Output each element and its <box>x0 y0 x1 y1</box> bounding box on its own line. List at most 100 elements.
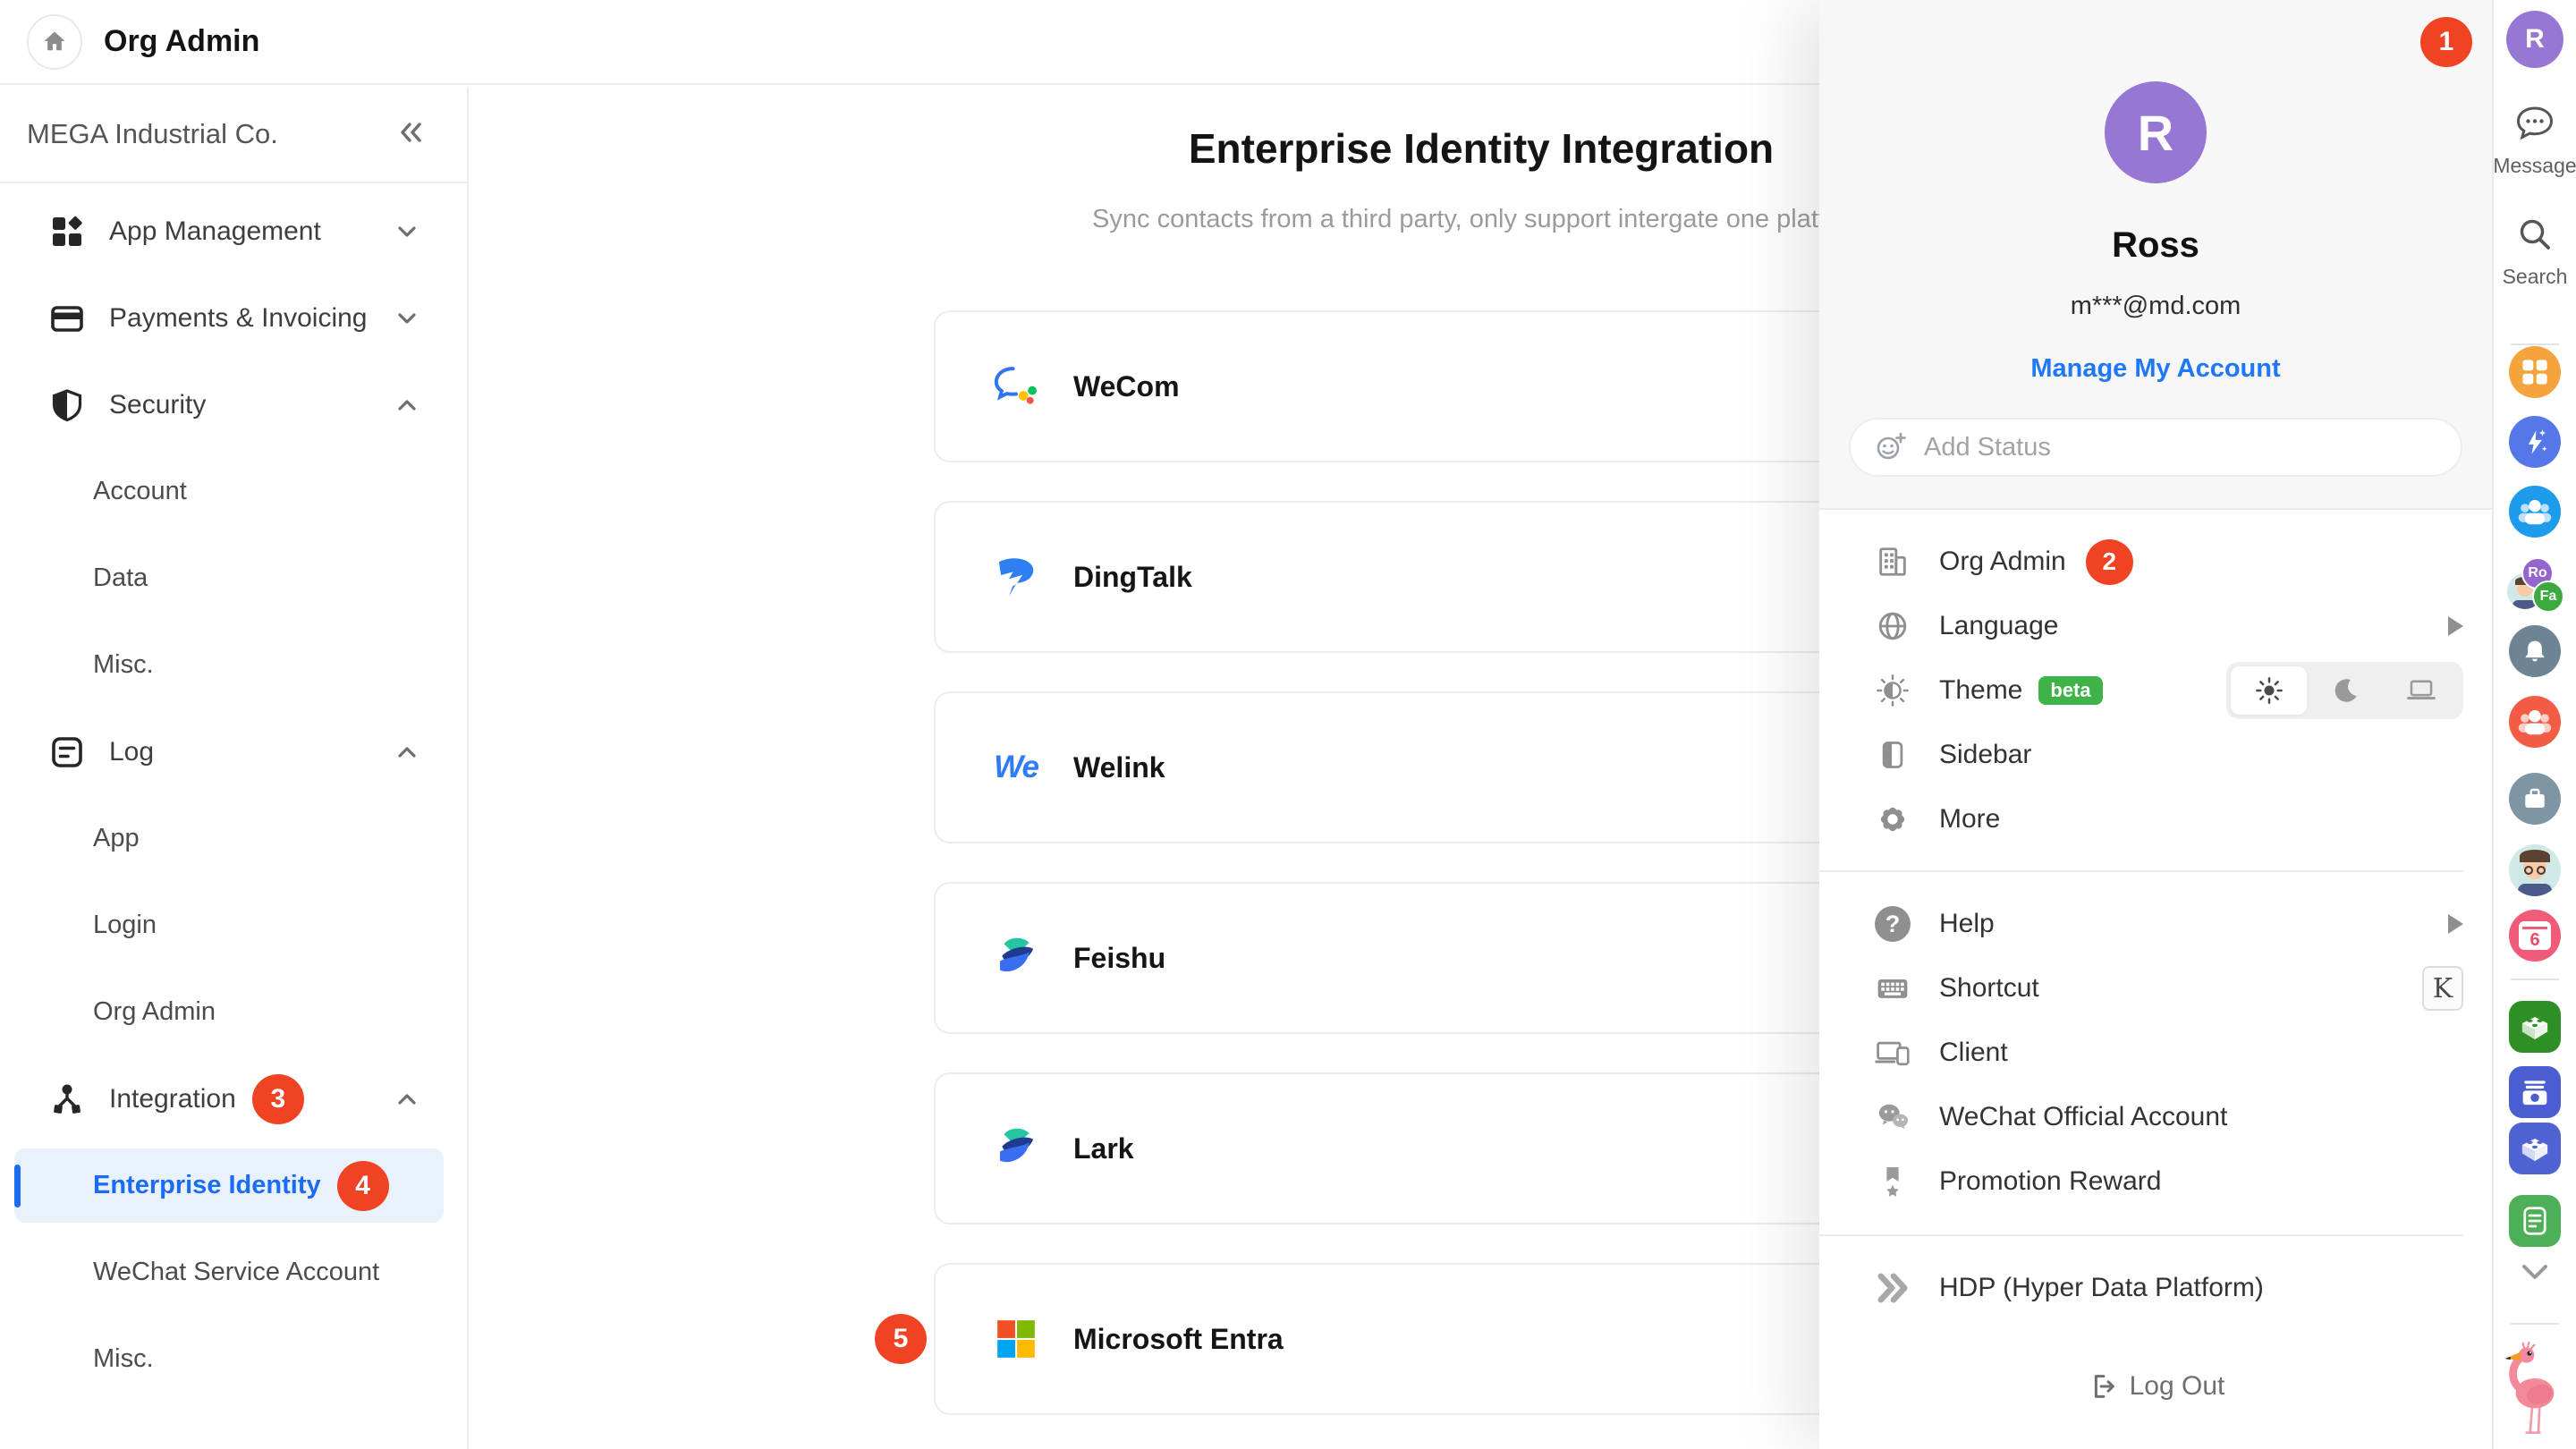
rail-divider <box>2511 1323 2559 1325</box>
page-title: Org Admin <box>104 24 259 59</box>
menu-item-theme[interactable]: Theme beta <box>1819 658 2492 723</box>
theme-option-system[interactable] <box>2383 666 2459 715</box>
lego-brick-green-icon[interactable] <box>2509 1001 2561 1053</box>
add-status-placeholder: Add Status <box>1924 433 2051 462</box>
laptop-icon <box>2405 675 2437 706</box>
menu-item-shortcut[interactable]: Shortcut K <box>1819 956 2492 1021</box>
sidebar-item-label: Misc. <box>93 1344 154 1374</box>
sidebar-subitem-org-admin-log[interactable]: Org Admin <box>0 969 467 1055</box>
theme-option-dark[interactable] <box>2307 666 2383 715</box>
add-status-input[interactable]: Add Status <box>1849 418 2462 477</box>
org-admin-app: Org Admin MEGA Industrial Co. App Manage… <box>0 0 2576 1449</box>
avatar[interactable]: R <box>2105 81 2207 183</box>
manage-account-link[interactable]: Manage My Account <box>1819 354 2492 384</box>
recent-contacts-cluster-icon[interactable]: Ro Fa <box>2507 557 2563 611</box>
search-label: Search <box>2503 265 2568 289</box>
sidebar-item-label: App <box>93 824 140 853</box>
apps-grid-icon[interactable] <box>2509 346 2561 398</box>
sidebar-item-integration[interactable]: Integration 3 <box>0 1055 467 1142</box>
chevron-down-icon <box>394 220 420 243</box>
notes-document-icon[interactable] <box>2509 1195 2561 1247</box>
log-document-icon <box>50 735 84 769</box>
menu-item-promotion-reward[interactable]: Promotion Reward <box>1819 1149 2492 1214</box>
theme-option-light[interactable] <box>2231 666 2307 715</box>
sidebar-subitem-misc-integration[interactable]: Misc. <box>0 1316 467 1402</box>
logout-icon <box>2087 1371 2117 1402</box>
menu-divider <box>1819 1234 2463 1236</box>
sidebar-item-label: Integration <box>109 1084 236 1114</box>
menu-item-more[interactable]: More <box>1819 787 2492 852</box>
rail-avatar[interactable]: R <box>2506 11 2563 68</box>
menu-item-label: Client <box>1939 1038 2008 1068</box>
platform-name: Lark <box>1073 1132 1134 1165</box>
menu-item-sidebar[interactable]: Sidebar <box>1819 723 2492 787</box>
sidebar-item-label: Security <box>109 390 206 420</box>
community-group-icon[interactable] <box>2509 696 2561 748</box>
rail-expand-chevron[interactable] <box>2517 1261 2553 1289</box>
submenu-arrow-icon <box>2448 914 2463 934</box>
sidebar-subitem-app-log[interactable]: App <box>0 795 467 882</box>
home-button[interactable] <box>27 14 82 70</box>
sidebar-item-log[interactable]: Log <box>0 708 467 795</box>
platform-name: Feishu <box>1073 942 1165 975</box>
menu-item-label: Language <box>1939 611 2058 641</box>
menu-item-language[interactable]: Language <box>1819 594 2492 658</box>
shortcut-keycap: K <box>2422 966 2463 1011</box>
sidebar-item-security[interactable]: Security <box>0 361 467 448</box>
menu-item-wechat-official[interactable]: WeChat Official Account <box>1819 1085 2492 1149</box>
search-icon <box>2515 215 2555 254</box>
message-button[interactable] <box>2513 104 2556 149</box>
menu-item-hdp[interactable]: HDP (Hyper Data Platform) <box>1819 1256 2492 1320</box>
sidebar-subitem-enterprise-identity[interactable]: Enterprise Identity 4 <box>0 1142 467 1229</box>
sidebar-subitem-login-log[interactable]: Login <box>0 882 467 969</box>
microsoft-logo-icon <box>991 1314 1041 1364</box>
contacts-group-icon[interactable] <box>2509 486 2561 538</box>
gear-icon <box>1875 801 1911 837</box>
annotation-badge-4: 4 <box>337 1161 389 1211</box>
sidebar-item-label: Org Admin <box>93 997 216 1027</box>
menu-item-label: WeChat Official Account <box>1939 1102 2227 1132</box>
wecom-logo-icon <box>991 361 1041 411</box>
sidebar-item-label: WeChat Service Account <box>93 1258 379 1287</box>
logout-button[interactable]: Log Out <box>1819 1355 2492 1418</box>
user-email: m***@md.com <box>1819 292 2492 321</box>
selected-item-indicator <box>14 1165 21 1208</box>
menu-item-label: Shortcut <box>1939 973 2039 1004</box>
double-chevron-right-icon <box>1875 1270 1911 1306</box>
sidebar-item-payments[interactable]: Payments & Invoicing <box>0 275 467 361</box>
menu-item-help[interactable]: ? Help <box>1819 892 2492 956</box>
company-switcher[interactable]: MEGA Industrial Co. <box>0 87 467 183</box>
company-name: MEGA Industrial Co. <box>27 118 278 150</box>
sidebar-subitem-misc-security[interactable]: Misc. <box>0 622 467 708</box>
ai-lightning-icon[interactable] <box>2509 416 2561 468</box>
payroll-money-icon[interactable] <box>2509 1066 2561 1118</box>
message-bubble-icon <box>2513 104 2556 145</box>
profile-cartoon-avatar[interactable] <box>2509 844 2561 896</box>
sidebar-subitem-account[interactable]: Account <box>0 448 467 535</box>
credit-card-icon <box>50 301 84 335</box>
menu-item-client[interactable]: Client <box>1819 1021 2492 1085</box>
search-button[interactable] <box>2515 215 2555 258</box>
workspace-briefcase-icon[interactable] <box>2509 773 2561 825</box>
sidebar-nav: App Management Payments & Invoicing Secu… <box>0 183 467 1402</box>
smiley-plus-icon <box>1874 430 1908 464</box>
globe-icon <box>1875 608 1911 644</box>
collapse-sidebar-icon[interactable] <box>395 119 426 150</box>
sidebar-subitem-data[interactable]: Data <box>0 535 467 622</box>
calendar-icon[interactable]: 6 <box>2509 910 2561 962</box>
annotation-badge-3: 3 <box>252 1074 304 1124</box>
shield-icon <box>50 388 84 422</box>
popup-menu-section-1: Org Admin 2 Language <box>1819 530 2492 852</box>
sidebar-subitem-wechat-service-account[interactable]: WeChat Service Account <box>0 1229 467 1316</box>
lego-brick-blue-icon[interactable] <box>2509 1123 2561 1174</box>
sidebar-item-label: Misc. <box>93 650 154 680</box>
flamingo-icon[interactable] <box>2499 1342 2571 1445</box>
feishu-logo-icon <box>991 933 1041 983</box>
menu-item-org-admin[interactable]: Org Admin 2 <box>1819 530 2492 594</box>
sidebar-item-app-management[interactable]: App Management <box>0 188 467 275</box>
calendar-day: 6 <box>2529 930 2539 950</box>
popup-menu-section-3: HDP (Hyper Data Platform) <box>1819 1256 2492 1320</box>
sidebar-item-label: Log <box>109 737 154 767</box>
notification-bell-icon[interactable] <box>2509 625 2561 677</box>
sidebar-item-label: Payments & Invoicing <box>109 303 367 334</box>
